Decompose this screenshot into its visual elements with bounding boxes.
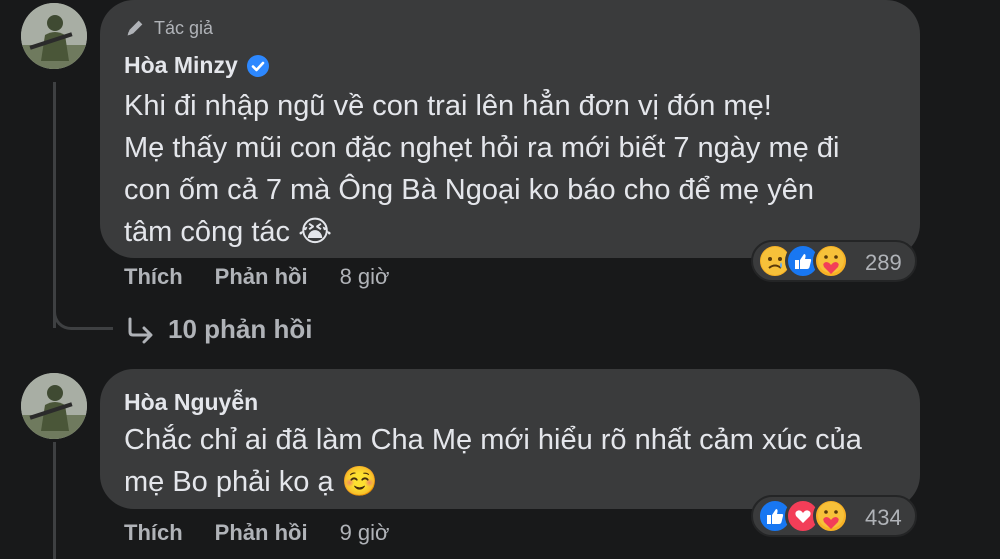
thread-curve (53, 300, 113, 330)
reactions-pill[interactable]: 434 (751, 495, 917, 537)
reply-arrow-icon (128, 317, 153, 343)
comment-line: Chắc chỉ ai đã làm Cha Mẹ mới hiểu rõ nh… (124, 424, 862, 456)
comment-line: Mẹ thấy mũi con đặc nghẹt hỏi ra mới biế… (124, 132, 840, 164)
reaction-count: 289 (865, 250, 902, 275)
smiling-emoji: ☺️ (341, 466, 378, 498)
reply-button[interactable]: Phản hồi (215, 264, 308, 290)
comment-line-last: mẹ Bo phải ko ạ ☺️ (124, 461, 862, 503)
comment-line-text: tâm công tác (124, 216, 291, 248)
comment-text: Khi đi nhập ngũ về con trai lên hẳn đơn … (124, 85, 839, 253)
author-name[interactable]: Hòa Nguyễn (124, 389, 258, 416)
reply-button[interactable]: Phản hồi (215, 520, 308, 546)
care-reaction-icon (813, 498, 849, 534)
author-badge: Tác giả (124, 17, 213, 39)
crying-emoji: 😭 (298, 216, 332, 248)
comment-time[interactable]: 9 giờ (340, 520, 390, 546)
pen-icon (127, 20, 143, 36)
like-button[interactable]: Thích (124, 264, 183, 290)
comment-line-last: tâm công tác 😭 (124, 211, 839, 253)
thread-line (53, 82, 56, 328)
care-reaction-icon (813, 243, 849, 279)
avatar-photo-icon (21, 3, 87, 69)
author-name[interactable]: Hòa Minzy (124, 52, 238, 79)
verified-badge-icon (246, 54, 269, 77)
comment-bubble: Tác giả Hòa Minzy Khi đi nhập ngũ về con… (100, 0, 920, 258)
comment-line: Khi đi nhập ngũ về con trai lên hẳn đơn … (124, 90, 772, 122)
comment-text: Chắc chỉ ai đã làm Cha Mẹ mới hiểu rõ nh… (124, 419, 862, 503)
comment-actions: Thích Phản hồi 8 giờ (124, 264, 389, 290)
comment-bubble: Hòa Nguyễn Chắc chỉ ai đã làm Cha Mẹ mới… (100, 369, 920, 509)
avatar[interactable] (21, 373, 87, 439)
comment-line-text: mẹ Bo phải ko ạ (124, 466, 334, 498)
avatar-photo-icon (21, 373, 87, 439)
avatar[interactable] (21, 3, 87, 69)
like-button[interactable]: Thích (124, 520, 183, 546)
reactions-pill[interactable]: 289 (751, 240, 917, 282)
view-replies-link[interactable]: 10 phản hồi (126, 314, 312, 345)
view-replies-label[interactable]: 10 phản hồi (168, 314, 312, 345)
author-badge-label: Tác giả (154, 17, 214, 38)
thread-line-bottom (53, 442, 56, 559)
comment-line: con ốm cả 7 mà Ông Bà Ngoại ko báo cho đ… (124, 174, 814, 206)
comment-actions: Thích Phản hồi 9 giờ (124, 520, 389, 546)
author-row: Hòa Minzy (124, 52, 270, 79)
reaction-count: 434 (865, 505, 902, 530)
comment-time[interactable]: 8 giờ (340, 264, 390, 290)
